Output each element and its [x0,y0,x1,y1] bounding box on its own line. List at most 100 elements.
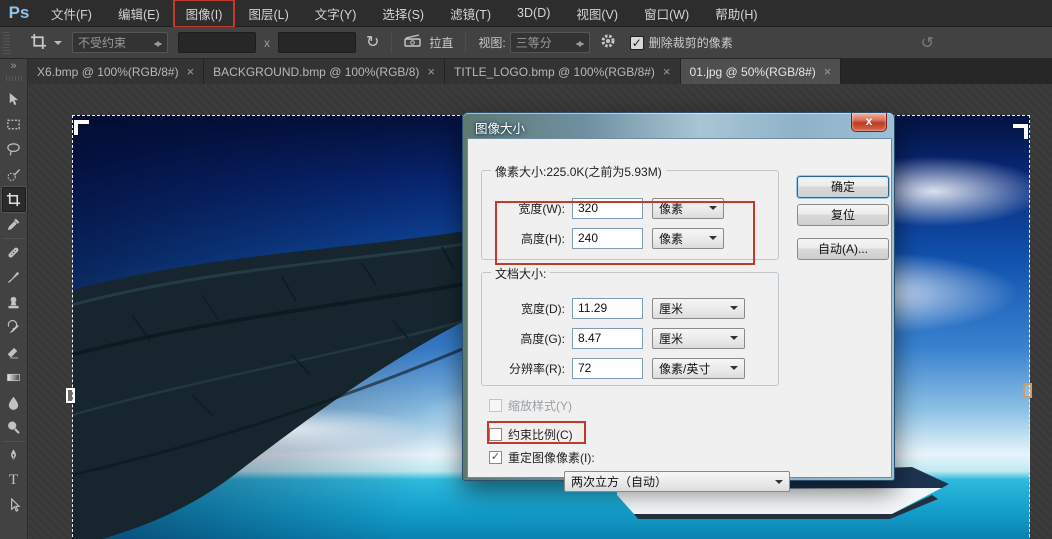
divider [465,33,466,53]
updown-arrows-icon [576,37,584,49]
menu-item-6[interactable]: 选择(S) [369,0,437,28]
chevron-down-icon [775,480,783,488]
constrain-proportions-checkbox[interactable]: 约束比例(C) [489,426,573,442]
chevron-down-icon [730,366,738,374]
doc-height-unit-select[interactable]: 厘米 [652,328,745,349]
crop-width-input[interactable] [178,32,256,53]
blur-tool-button[interactable] [2,390,26,415]
checkbox-check-icon: ✓ [630,36,644,50]
menu-item-3[interactable]: 图像(I) [173,0,236,28]
menu-bar: Ps 文件(F)编辑(E)图像(I)图层(L)文字(Y)选择(S)滤镜(T)3D… [0,0,1052,27]
pixel-width-input[interactable] [572,198,643,219]
straighten-label[interactable]: 拉直 [429,34,453,51]
pixel-width-row: 宽度(W): 像素 [489,197,724,219]
overlay-view-select[interactable]: 三等分 [510,32,590,53]
gradient-tool-button[interactable] [2,365,26,390]
checkbox-check-icon: ✓ [489,451,502,464]
doc-resolution-label: 分辨率(R): [489,360,565,377]
quick-selection-tool-button[interactable] [2,162,26,187]
straighten-icon[interactable] [404,34,421,51]
tab-close-icon[interactable]: × [427,64,435,79]
menu-item-5[interactable]: 文字(Y) [302,0,370,28]
doc-width-input[interactable] [572,298,643,319]
doc-resolution-unit-select[interactable]: 像素/英寸 [652,358,745,379]
menu-items: 文件(F)编辑(E)图像(I)图层(L)文字(Y)选择(S)滤镜(T)3D(D)… [38,0,771,28]
delete-cropped-pixels-label: 删除裁剪的像素 [649,34,733,51]
tab-close-icon[interactable]: × [824,64,832,79]
tab-title: TITLE_LOGO.bmp @ 100%(RGB/8#) [454,65,655,79]
eyedropper-tool-button[interactable] [2,212,26,237]
divider [3,441,25,442]
menu-item-7[interactable]: 滤镜(T) [437,0,504,28]
tool-preset-arrow-icon[interactable] [54,41,62,49]
history-brush-tool-button[interactable] [2,315,26,340]
document-tab-4[interactable]: 01.jpg @ 50%(RGB/8#) × [681,59,842,84]
photoshop-logo: Ps [0,3,38,23]
divider [391,33,392,53]
delete-cropped-pixels-checkbox[interactable]: ✓ 删除裁剪的像素 [630,34,733,51]
divider [3,238,25,239]
image-size-dialog: 图像大小 x 像素大小:225.0K(之前为5.93M) 宽度(W): 像素 高… [462,112,895,481]
tab-close-icon[interactable]: × [187,64,195,79]
document-tab-3[interactable]: TITLE_LOGO.bmp @ 100%(RGB/8#) × [445,59,681,84]
menu-item-11[interactable]: 帮助(H) [702,0,770,28]
menu-item-8[interactable]: 3D(D) [504,1,563,25]
tab-title: 01.jpg @ 50%(RGB/8#) [690,65,816,79]
path-selection-tool-button[interactable] [2,493,26,518]
checkbox [489,399,502,412]
crop-tool-icon[interactable] [30,33,47,53]
crop-height-input[interactable] [278,32,356,53]
doc-height-input[interactable] [572,328,643,349]
dialog-title: 图像大小 [475,118,525,137]
document-tab-1[interactable]: X6.bmp @ 100%(RGB/8#) × [28,59,204,84]
doc-width-row: 宽度(D): 厘米 [489,297,745,319]
doc-resolution-input[interactable] [572,358,643,379]
tab-title: X6.bmp @ 100%(RGB/8#) [37,65,179,79]
reset-button[interactable]: 复位 [797,204,889,226]
reset-tool-icon[interactable]: ↺ [921,33,934,53]
marquee-tool-button[interactable] [2,112,26,137]
resample-method-select[interactable]: 两次立方（自动） [564,471,790,492]
resample-image-checkbox[interactable]: ✓ 重定图像像素(I): [489,449,595,465]
brush-tool-button[interactable] [2,265,26,290]
document-tab-2[interactable]: BACKGROUND.bmp @ 100%(RGB/8)× [204,59,445,84]
ok-button[interactable]: 确定 [797,176,889,198]
dodge-tool-button[interactable] [2,415,26,440]
menu-item-4[interactable]: 图层(L) [235,0,301,28]
dialog-close-button[interactable]: x [851,113,887,132]
updown-arrows-icon [154,37,162,49]
crop-preset-select[interactable]: 不受约束 [72,32,168,53]
menu-item-9[interactable]: 视图(V) [563,0,631,28]
pen-tool-button[interactable] [2,443,26,468]
pixel-width-unit-select[interactable]: 像素 [652,198,724,219]
dimension-separator: x [264,36,270,50]
clone-stamp-tool-button[interactable] [2,290,26,315]
panel-collapse-icon[interactable]: » [10,59,16,73]
pixel-size-legend: 像素大小:225.0K(之前为5.93M) [491,163,666,180]
menu-item-2[interactable]: 编辑(E) [105,0,173,28]
lasso-tool-button[interactable] [2,137,26,162]
swap-rotate-icon[interactable]: ↻ [366,35,379,51]
doc-tabs: X6.bmp @ 100%(RGB/8#)×BACKGROUND.bmp @ 1… [28,59,841,84]
crop-settings-gear-icon[interactable] [600,33,616,52]
view-label: 视图: [478,34,505,51]
document-size-legend: 文档大小: [491,265,550,282]
tools-panel: » T [0,59,28,539]
auto-button[interactable]: 自动(A)... [797,238,889,260]
menu-item-1[interactable]: 文件(F) [38,0,105,28]
pixel-height-input[interactable] [572,228,643,249]
menu-item-10[interactable]: 窗口(W) [631,0,702,28]
crop-tool-button[interactable] [2,187,26,212]
move-tool-button[interactable] [2,87,26,112]
type-tool-button[interactable]: T [2,468,26,493]
eraser-tool-button[interactable] [2,340,26,365]
pixel-height-unit-select[interactable]: 像素 [652,228,724,249]
tab-close-icon[interactable]: × [663,64,671,79]
chevron-down-icon [730,306,738,314]
doc-width-unit-select[interactable]: 厘米 [652,298,745,319]
spot-healing-tool-button[interactable] [2,240,26,265]
doc-height-row: 高度(G): 厘米 [489,327,745,349]
resample-image-label: 重定图像像素(I): [508,449,595,466]
pixel-width-label: 宽度(W): [489,200,565,217]
doc-width-label: 宽度(D): [489,300,565,317]
